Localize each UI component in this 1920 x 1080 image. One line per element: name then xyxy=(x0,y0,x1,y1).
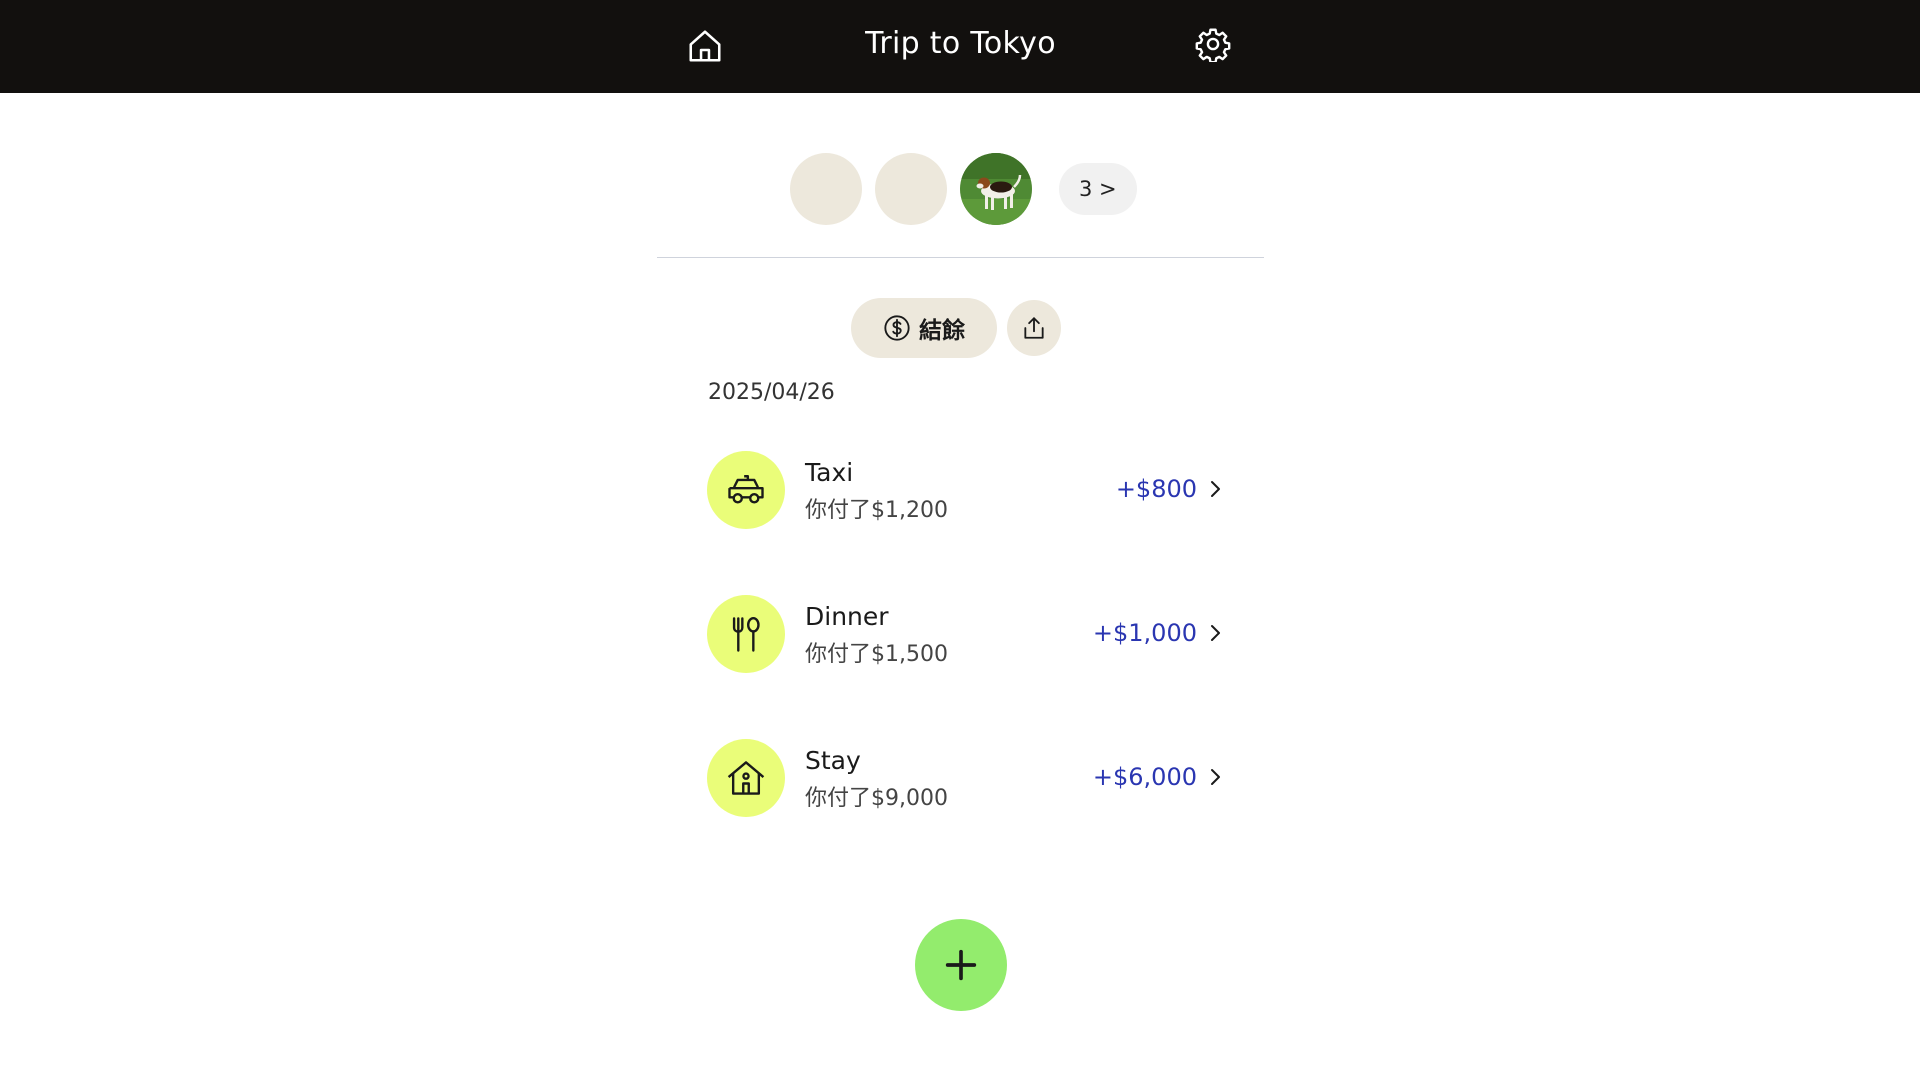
member-avatar[interactable] xyxy=(790,153,862,225)
section-divider xyxy=(657,257,1264,258)
top-app-bar-content: Trip to Tokyo xyxy=(657,0,1264,93)
expense-name: Dinner xyxy=(805,602,889,631)
expense-item-dinner[interactable]: Dinner 你付了$1,500 +$1,000 xyxy=(707,595,1227,673)
share-icon xyxy=(1024,317,1044,339)
settle-button[interactable]: 結餘 xyxy=(851,298,997,358)
expense-item-taxi[interactable]: Taxi 你付了$1,200 +$800 xyxy=(707,451,1227,529)
house-icon xyxy=(727,761,765,795)
plus-icon xyxy=(945,949,977,981)
chevron-right-icon xyxy=(1211,481,1220,497)
utensils-icon xyxy=(732,617,760,652)
chevron-right-icon xyxy=(1211,769,1220,785)
share-button[interactable] xyxy=(1007,300,1061,356)
trip-members: 3 > xyxy=(790,153,1137,225)
dollar-circle-icon xyxy=(884,315,910,341)
expense-paid: 你付了$9,000 xyxy=(805,786,948,811)
dog-photo xyxy=(960,153,1032,225)
chevron-right-icon xyxy=(1211,625,1220,641)
expense-name: Stay xyxy=(805,746,861,775)
member-avatar-photo[interactable] xyxy=(960,153,1032,225)
expense-balance: +$6,000 xyxy=(1092,763,1197,791)
expense-balance: +$800 xyxy=(1115,475,1197,503)
expense-name: Taxi xyxy=(805,458,854,487)
expense-icon-badge xyxy=(707,595,785,673)
expense-item-stay[interactable]: Stay 你付了$9,000 +$6,000 xyxy=(707,739,1227,817)
settle-button-label: 結餘 xyxy=(919,318,965,344)
top-app-bar: Trip to Tokyo xyxy=(0,0,1920,93)
date-group-header: 2025/04/26 xyxy=(708,380,835,405)
gear-icon xyxy=(1195,28,1231,62)
expense-icon-badge xyxy=(707,451,785,529)
expense-icon-badge xyxy=(707,739,785,817)
expense-list: Taxi 你付了$1,200 +$800 Dinner 你付了$1,500 +$… xyxy=(707,451,1227,883)
member-avatar[interactable] xyxy=(875,153,947,225)
taxi-icon xyxy=(728,475,764,504)
expense-balance: +$1,000 xyxy=(1092,619,1197,647)
member-count-button[interactable]: 3 > xyxy=(1059,163,1137,215)
settings-button[interactable] xyxy=(1193,24,1233,64)
trip-title: Trip to Tokyo xyxy=(865,26,1056,61)
expense-paid: 你付了$1,500 xyxy=(805,642,948,667)
expense-paid: 你付了$1,200 xyxy=(805,498,948,523)
add-expense-button[interactable] xyxy=(915,919,1007,1011)
